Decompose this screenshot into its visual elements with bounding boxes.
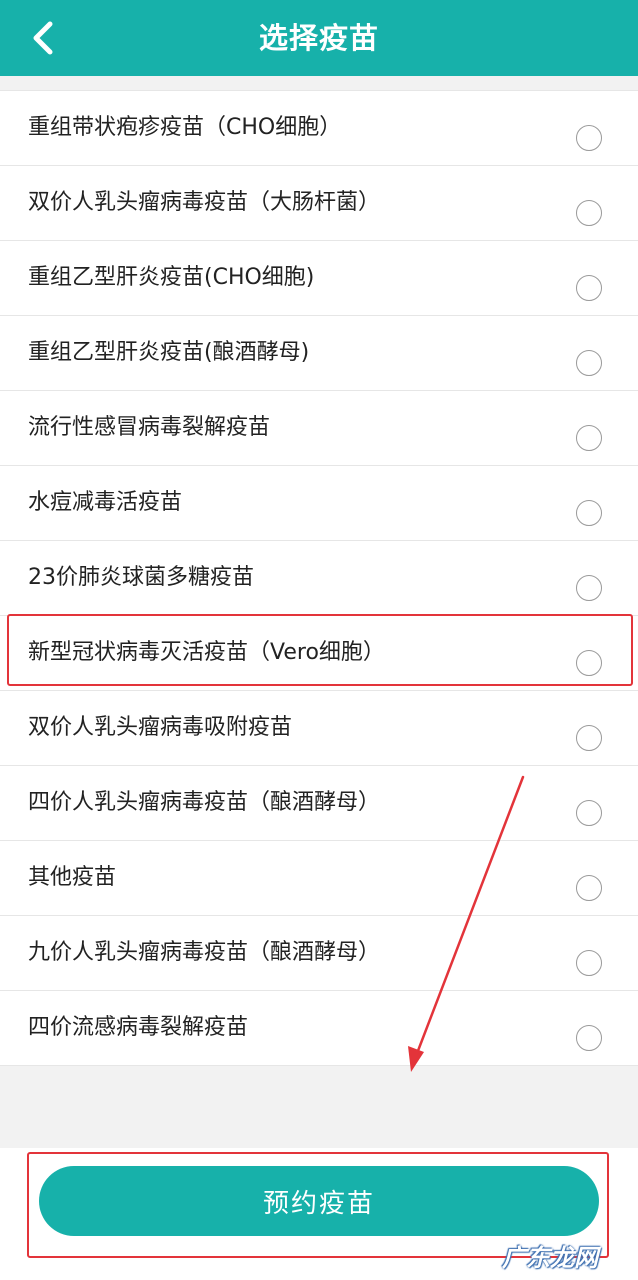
radio-button[interactable]	[576, 725, 602, 751]
vaccine-option[interactable]: 重组带状疱疹疫苗（CHO细胞）	[0, 91, 638, 166]
radio-button[interactable]	[576, 950, 602, 976]
vaccine-label: 双价人乳头瘤病毒吸附疫苗	[28, 715, 293, 740]
vaccine-option[interactable]: 四价人乳头瘤病毒疫苗（酿酒酵母）	[0, 766, 638, 841]
vaccine-label: 四价人乳头瘤病毒疫苗（酿酒酵母）	[28, 790, 381, 815]
radio-button[interactable]	[576, 275, 602, 301]
vaccine-option[interactable]: 四价流感病毒裂解疫苗	[0, 991, 638, 1066]
radio-button[interactable]	[576, 125, 602, 151]
vaccine-option[interactable]: 流行性感冒病毒裂解疫苗	[0, 391, 638, 466]
watermark-text: 广东龙网	[502, 1244, 598, 1272]
vaccine-option[interactable]: 重组乙型肝炎疫苗(CHO细胞)	[0, 241, 638, 316]
vaccine-label: 23价肺炎球菌多糖疫苗	[28, 565, 254, 590]
radio-button[interactable]	[576, 875, 602, 901]
vaccine-option[interactable]: 23价肺炎球菌多糖疫苗	[0, 541, 638, 616]
vaccine-option[interactable]: 水痘减毒活疫苗	[0, 466, 638, 541]
vaccine-label: 流行性感冒病毒裂解疫苗	[28, 415, 271, 440]
vaccine-label: 四价流感病毒裂解疫苗	[28, 1015, 249, 1040]
radio-button[interactable]	[576, 800, 602, 826]
vaccine-list: 重组带状疱疹疫苗（CHO细胞） 双价人乳头瘤病毒疫苗（大肠杆菌） 重组乙型肝炎疫…	[0, 90, 638, 1066]
vaccine-label: 重组乙型肝炎疫苗(CHO细胞)	[28, 265, 315, 290]
vaccine-label: 九价人乳头瘤病毒疫苗（酿酒酵母）	[28, 940, 381, 965]
vaccine-option[interactable]: 双价人乳头瘤病毒吸附疫苗	[0, 691, 638, 766]
vaccine-label: 其他疫苗	[28, 865, 117, 890]
radio-button[interactable]	[576, 575, 602, 601]
radio-button[interactable]	[576, 1025, 602, 1051]
vaccine-option[interactable]: 重组乙型肝炎疫苗(酿酒酵母)	[0, 316, 638, 391]
page-title: 选择疫苗	[258, 21, 379, 55]
app-header: 选择疫苗	[0, 0, 638, 76]
radio-button[interactable]	[576, 200, 602, 226]
vaccine-option[interactable]: 双价人乳头瘤病毒疫苗（大肠杆菌）	[0, 166, 638, 241]
vaccine-option[interactable]: 其他疫苗	[0, 841, 638, 916]
radio-button[interactable]	[576, 425, 602, 451]
annotation-highlight-covid-vaccine	[7, 614, 633, 686]
radio-button[interactable]	[576, 500, 602, 526]
vaccine-label: 双价人乳头瘤病毒疫苗（大肠杆菌）	[28, 190, 381, 215]
vaccine-label: 水痘减毒活疫苗	[28, 490, 183, 515]
vaccine-option[interactable]: 九价人乳头瘤病毒疫苗（酿酒酵母）	[0, 916, 638, 991]
vaccine-label: 重组带状疱疹疫苗（CHO细胞）	[28, 115, 342, 140]
radio-button[interactable]	[576, 350, 602, 376]
vaccine-label: 重组乙型肝炎疫苗(酿酒酵母)	[28, 340, 310, 365]
